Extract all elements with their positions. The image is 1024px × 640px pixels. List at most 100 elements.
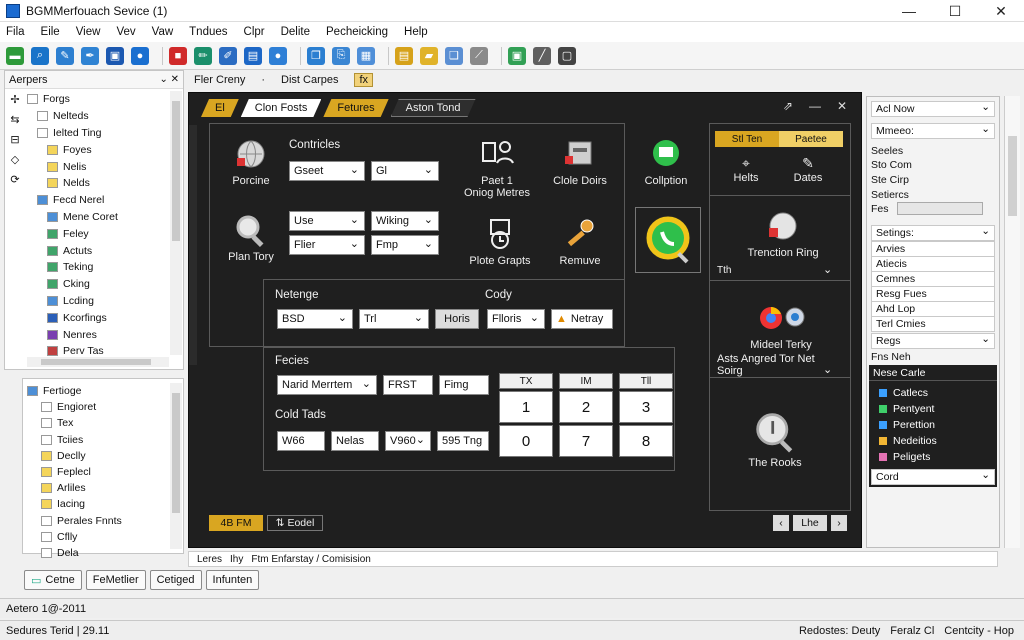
- tree-item[interactable]: Tciies: [27, 432, 169, 448]
- dates-tool[interactable]: ✎ Dates: [783, 155, 833, 184]
- refresh-icon[interactable]: ⟳: [7, 173, 23, 189]
- minimize-panel-icon[interactable]: —: [809, 99, 821, 113]
- scroll-thumb[interactable]: [172, 393, 180, 513]
- layer-item[interactable]: Perettion: [869, 417, 997, 433]
- line-icon[interactable]: ╱: [533, 46, 551, 65]
- popout-icon[interactable]: ⇗: [783, 99, 793, 113]
- tree-item[interactable]: Teking: [27, 259, 169, 276]
- tree-item[interactable]: Kcorfings: [27, 309, 169, 326]
- tree-item[interactable]: Declly: [27, 448, 169, 464]
- 595-field[interactable]: 595 Tng: [437, 431, 489, 451]
- function-badge[interactable]: fx: [354, 73, 374, 87]
- wiking-select[interactable]: Wiking: [371, 211, 439, 231]
- tab-el[interactable]: El: [201, 99, 239, 117]
- h-scroll-thumb[interactable]: [41, 359, 151, 365]
- menu-pecheicking[interactable]: Pecheicking: [326, 26, 388, 38]
- circle-icon[interactable]: ●: [269, 46, 287, 65]
- mided-tool[interactable]: Mideel Terky: [719, 301, 843, 351]
- new-icon[interactable]: ▬: [6, 46, 24, 65]
- tree-item[interactable]: Feplecl: [27, 464, 169, 480]
- tree-item[interactable]: Tex: [27, 415, 169, 431]
- folder-icon[interactable]: ▰: [420, 46, 438, 65]
- plot-tool[interactable]: Plote Grapts: [465, 217, 535, 267]
- horis-button[interactable]: Horis: [435, 309, 479, 329]
- trl-select[interactable]: Trl: [359, 309, 429, 329]
- brush-icon[interactable]: ✐: [219, 46, 237, 65]
- flloris-select[interactable]: Flloris: [487, 309, 545, 329]
- layer-item[interactable]: Pentyent: [869, 401, 997, 417]
- cord-select[interactable]: Cord: [871, 469, 995, 485]
- cloud-tool[interactable]: Clole Doirs: [545, 137, 615, 187]
- tree-item[interactable]: Fertioge: [27, 383, 169, 399]
- property-row[interactable]: Acl Now: [871, 101, 995, 117]
- layer-item[interactable]: Peligets: [869, 449, 997, 465]
- cetiged-button[interactable]: Cetiged: [149, 570, 202, 590]
- menu-eile[interactable]: Eile: [41, 26, 60, 38]
- note-icon[interactable]: ▤: [395, 46, 413, 65]
- files-icon[interactable]: ❑: [445, 46, 463, 65]
- tree-item[interactable]: Arliles: [27, 480, 169, 496]
- tab-aston-tond[interactable]: Aston Tond: [391, 99, 476, 117]
- tree-item[interactable]: Iacing: [27, 496, 169, 512]
- link-icon[interactable]: ⟋: [470, 46, 488, 65]
- tab-ftm[interactable]: Ftm Enfarstay / Comisision: [251, 554, 370, 565]
- cetne-button[interactable]: ▭ Cetne: [24, 570, 82, 590]
- globe-icon[interactable]: ●: [131, 46, 149, 65]
- setting-row[interactable]: Ahd Lop: [871, 301, 995, 317]
- setting-row[interactable]: Cemnes: [871, 271, 995, 287]
- swap-icon[interactable]: ⇆: [7, 113, 23, 129]
- eodel-button[interactable]: ⇅ Eodel: [267, 515, 323, 531]
- tree-item[interactable]: Fecd Nerel: [27, 192, 169, 209]
- close-panel-icon[interactable]: ✕: [837, 99, 847, 113]
- tree-item[interactable]: Nenres: [27, 326, 169, 343]
- next-button[interactable]: ›: [831, 515, 847, 531]
- setting-row[interactable]: Setings:: [871, 225, 995, 241]
- tree-item[interactable]: Cflly: [27, 529, 169, 545]
- grid-cell[interactable]: 0: [499, 425, 553, 457]
- tree-item[interactable]: Foyes: [27, 141, 169, 158]
- tree-item[interactable]: Ielted Ting: [27, 125, 169, 142]
- explorer-scrollbar[interactable]: [170, 91, 182, 355]
- rooks-tool[interactable]: The Rooks: [729, 411, 821, 469]
- v960-select[interactable]: V960: [385, 431, 431, 451]
- edit-icon[interactable]: ✎: [56, 46, 74, 65]
- w66-field[interactable]: W66: [277, 431, 325, 451]
- frst-field[interactable]: FRST: [383, 375, 433, 395]
- setting-row[interactable]: Regs: [871, 333, 995, 349]
- layout-icon[interactable]: ▢: [558, 46, 576, 65]
- explorer-h-scrollbar[interactable]: [27, 357, 169, 367]
- femetlier-button[interactable]: FeMetlier: [85, 570, 146, 590]
- copy-icon[interactable]: ❐: [307, 46, 325, 65]
- tree-item[interactable]: Nelteds: [27, 108, 169, 125]
- collption-tool[interactable]: Collption: [633, 137, 699, 187]
- menu-vaw[interactable]: Vaw: [152, 26, 174, 38]
- search-icon[interactable]: ⌕: [31, 46, 49, 65]
- menu-delite[interactable]: Delite: [281, 26, 310, 38]
- pen-icon[interactable]: ✒: [81, 46, 99, 65]
- setting-row[interactable]: Arvies: [871, 241, 995, 257]
- tree-item[interactable]: Actuts: [27, 242, 169, 259]
- chevron-down-icon[interactable]: ⌄: [823, 363, 832, 376]
- menu-tndues[interactable]: Tndues: [189, 26, 227, 38]
- tab-fetures[interactable]: Fetures: [323, 99, 388, 117]
- menu-view[interactable]: View: [76, 26, 101, 38]
- gseet-select[interactable]: Gseet: [289, 161, 365, 181]
- tree-item[interactable]: Nelds: [27, 175, 169, 192]
- close-button[interactable]: ✕: [978, 0, 1024, 22]
- paste-icon[interactable]: ⎘: [332, 46, 350, 65]
- tree-item[interactable]: Dela: [27, 545, 169, 561]
- grid-cell[interactable]: 1: [499, 391, 553, 423]
- document-icon[interactable]: ▤: [244, 46, 262, 65]
- gl-select[interactable]: Gl: [371, 161, 439, 181]
- remove-tool[interactable]: Remuve: [545, 217, 615, 267]
- setting-row[interactable]: Fns Neh: [871, 349, 995, 365]
- grid-icon[interactable]: ▦: [357, 46, 375, 65]
- lhe-button[interactable]: Lhe: [793, 515, 827, 531]
- helts-tool[interactable]: ⌖ Helts: [721, 155, 771, 184]
- scroll-thumb[interactable]: [1008, 136, 1017, 216]
- crumb-second[interactable]: Dist Carpes: [281, 74, 338, 86]
- grid-cell[interactable]: 3: [619, 391, 673, 423]
- scroll-thumb[interactable]: [172, 101, 180, 241]
- move-icon[interactable]: ✢: [7, 93, 23, 109]
- porcine-tool[interactable]: Porcine: [225, 137, 277, 187]
